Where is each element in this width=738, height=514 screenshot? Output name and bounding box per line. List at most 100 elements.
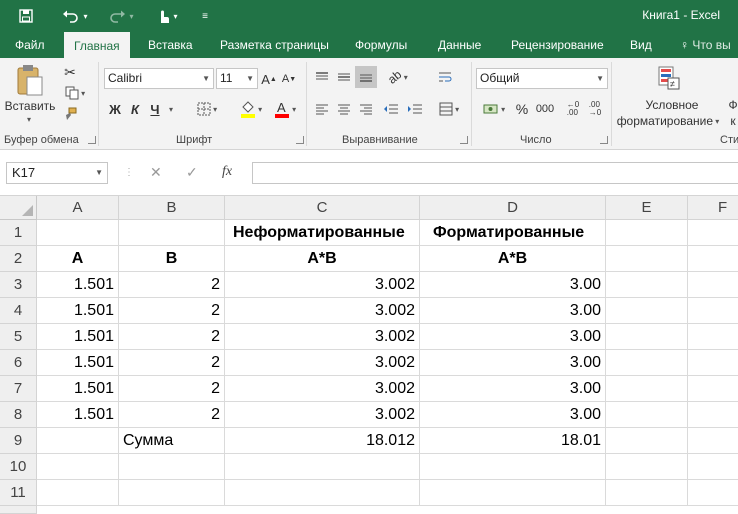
tab-data[interactable]: Данные (438, 32, 481, 58)
cell-d5[interactable]: 3.00 (420, 324, 606, 350)
conditional-formatting-button[interactable]: форматирование ▾ (616, 114, 720, 128)
cell-b3[interactable]: 2 (119, 272, 225, 298)
column-header-c[interactable]: C (225, 196, 420, 220)
cell-d8[interactable]: 3.00 (420, 402, 606, 428)
underline-dropdown-icon[interactable]: ▾ (166, 102, 176, 116)
align-right-icon[interactable] (358, 102, 374, 116)
cell-b10[interactable] (119, 454, 225, 480)
cell-d2[interactable]: A*B (420, 246, 606, 272)
row-header-11[interactable]: 11 (0, 480, 37, 506)
cell-e8[interactable] (606, 402, 688, 428)
paste-button[interactable]: Вставить (4, 98, 56, 114)
wrap-text-icon[interactable] (436, 68, 454, 86)
tell-me-search[interactable]: ♀ Что вы (680, 32, 731, 58)
cell-b5[interactable]: 2 (119, 324, 225, 350)
enter-icon[interactable]: ✓ (186, 164, 198, 181)
cell-e5[interactable] (606, 324, 688, 350)
align-center-icon[interactable] (336, 102, 352, 116)
align-left-icon[interactable] (314, 102, 330, 116)
conditional-formatting-icon[interactable]: ≠ (656, 64, 682, 92)
cell-d6[interactable]: 3.00 (420, 350, 606, 376)
cell-c9[interactable]: 18.012 (225, 428, 420, 454)
number-launcher-icon[interactable] (600, 136, 608, 144)
conditional-formatting-line1[interactable]: Условное (624, 98, 720, 112)
column-header-d[interactable]: D (420, 196, 606, 220)
cell-a10[interactable] (37, 454, 119, 480)
paste-icon[interactable] (12, 62, 48, 98)
copy-icon[interactable]: ▾ (60, 85, 90, 101)
cell-e2[interactable] (606, 246, 688, 272)
formula-input[interactable] (252, 162, 738, 184)
cell-a6[interactable]: 1.501 (37, 350, 119, 376)
format-as-table-partial[interactable]: Ф (728, 98, 738, 112)
redo-icon[interactable]: ▾ (104, 6, 138, 26)
orientation-icon[interactable]: ab ▾ (384, 67, 412, 86)
format-as-table-partial-2[interactable]: к (728, 114, 738, 128)
tab-review[interactable]: Рецензирование (511, 32, 604, 58)
increase-indent-icon[interactable] (406, 102, 424, 116)
shrink-font-icon[interactable]: A ▼ (282, 70, 296, 88)
decrease-decimal-icon[interactable]: .00 →0 (586, 100, 604, 118)
cell-b2[interactable]: B (119, 246, 225, 272)
row-header-2[interactable]: 2 (0, 246, 37, 272)
cell-c6[interactable]: 3.002 (225, 350, 420, 376)
cell-a3[interactable]: 1.501 (37, 272, 119, 298)
cell-c10[interactable] (225, 454, 420, 480)
italic-button[interactable]: К (126, 100, 144, 118)
alignment-launcher-icon[interactable] (460, 136, 468, 144)
row-header-1[interactable]: 1 (0, 220, 37, 246)
cell-b4[interactable]: 2 (119, 298, 225, 324)
font-color-icon[interactable]: A ▾ (270, 98, 300, 120)
font-size-combo[interactable]: 11 ▼ (216, 68, 258, 89)
grow-font-icon[interactable]: A ▲ (261, 70, 277, 88)
cell-f3[interactable] (688, 272, 738, 298)
cell-d4[interactable]: 3.00 (420, 298, 606, 324)
tab-formulas[interactable]: Формулы (355, 32, 407, 58)
bold-button[interactable]: Ж (106, 100, 124, 118)
cell-b11[interactable] (119, 480, 225, 506)
tab-view[interactable]: Вид (630, 32, 652, 58)
cell-a4[interactable]: 1.501 (37, 298, 119, 324)
format-painter-icon[interactable] (60, 106, 80, 122)
cell-b9[interactable]: Сумма (119, 428, 225, 454)
save-icon[interactable] (14, 6, 38, 26)
accounting-format-icon[interactable]: ▾ (478, 100, 510, 118)
cell-a11[interactable] (37, 480, 119, 506)
cell-d7[interactable]: 3.00 (420, 376, 606, 402)
cell-e9[interactable] (606, 428, 688, 454)
row-header-9[interactable]: 9 (0, 428, 37, 454)
percent-button[interactable]: % (514, 100, 530, 118)
row-header-8[interactable]: 8 (0, 402, 37, 428)
comma-style-button[interactable]: 000 (534, 100, 556, 118)
select-all-button[interactable] (0, 196, 37, 220)
cell-a9[interactable] (37, 428, 119, 454)
cell-f9[interactable] (688, 428, 738, 454)
cell-f8[interactable] (688, 402, 738, 428)
cell-c7[interactable]: 3.002 (225, 376, 420, 402)
name-box[interactable]: K17 ▼ (6, 162, 108, 184)
merge-center-icon[interactable]: ▾ (434, 100, 464, 118)
cell-a2[interactable]: A (37, 246, 119, 272)
paste-dropdown-icon[interactable]: ▾ (22, 114, 36, 124)
cell-f10[interactable] (688, 454, 738, 480)
cell-d3[interactable]: 3.00 (420, 272, 606, 298)
cell-d11[interactable] (420, 480, 606, 506)
cell-e10[interactable] (606, 454, 688, 480)
cell-d10[interactable] (420, 454, 606, 480)
cell-a5[interactable]: 1.501 (37, 324, 119, 350)
tab-home[interactable]: Главная (64, 32, 130, 58)
cut-icon[interactable]: ✂ (60, 64, 80, 80)
formula-bar-dots-icon[interactable]: ⋮ (124, 167, 134, 178)
cell-e6[interactable] (606, 350, 688, 376)
tab-page-layout[interactable]: Разметка страницы (220, 32, 329, 58)
tab-insert[interactable]: Вставка (148, 32, 193, 58)
cell-f1[interactable] (688, 220, 738, 246)
cell-f6[interactable] (688, 350, 738, 376)
cell-a1[interactable] (37, 220, 119, 246)
increase-decimal-icon[interactable]: ←0.00 (564, 100, 582, 118)
customize-qat-icon[interactable]: ≡ (198, 6, 212, 26)
font-name-combo[interactable]: Calibri ▼ (104, 68, 214, 89)
cell-f2[interactable] (688, 246, 738, 272)
cell-b1[interactable] (119, 220, 225, 246)
cell-a7[interactable]: 1.501 (37, 376, 119, 402)
